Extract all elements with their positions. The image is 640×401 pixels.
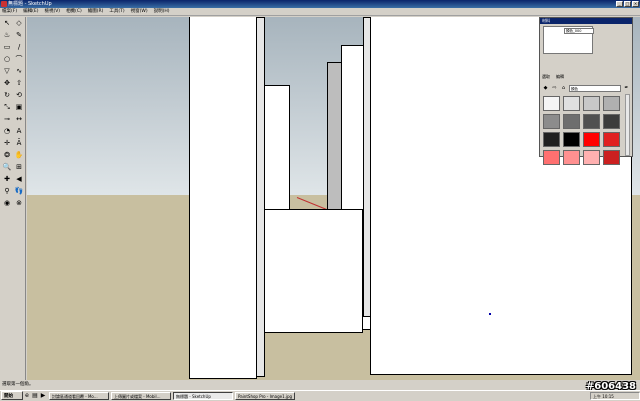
circle-icon[interactable]: ○ [2,55,12,64]
taskbar-button[interactable]: PaintShop Pro - Image1.jpg [235,391,295,400]
maximize-button[interactable]: □ [624,1,631,7]
line-icon[interactable]: / [14,43,24,52]
swatch-grid [543,96,623,165]
zoom-window-icon[interactable]: ⊞ [14,163,24,172]
tape-measure-icon[interactable]: ⊸ [2,115,12,124]
menu-draw[interactable]: 繪圖(R) [88,8,104,15]
taskbar-button[interactable]: 上傳圖片或檔案 - Mobil... [111,391,171,400]
color-swatch[interactable] [563,150,580,165]
menu-help[interactable]: 說明(H) [154,8,170,15]
mid-slab [264,85,290,211]
materials-title: 材料 [540,18,632,24]
cursor-point [489,313,491,315]
position-camera-icon[interactable]: ⚲ [2,187,12,196]
large-toolset: ↖ ◇ ♨ ✎ ▭ / ○ ⌒ ▽ ∿ ✥ ⇧ ↻ ⟲ ⤡ ▣ ⊸ ↔ ◔ A ✛ Ā ❂ ✋ 🔍 ⊞ ✚ ◀ ⚲ 👣 ◉ ⊗ [0,17,26,390]
move-icon[interactable]: ✥ [2,79,12,88]
taskbar-button[interactable]: 無標題 - SketchUp [173,391,233,400]
tab-select[interactable]: 選取 [542,74,550,80]
color-swatch[interactable] [603,96,620,111]
previous-icon[interactable]: ◀ [14,175,24,184]
menu-window[interactable]: 視窗(W) [131,8,148,15]
material-name-field[interactable]: 顏色_000 [564,28,594,34]
media-icon[interactable]: ▶ [39,392,47,400]
back-icon[interactable]: ◆ [542,85,549,92]
home-icon[interactable]: ⌂ [560,85,567,92]
look-around-icon[interactable]: ◉ [2,199,12,208]
freehand-icon[interactable]: ∿ [14,67,24,76]
ie-icon[interactable]: e [23,392,31,400]
status-text: 選取第一個角。 [2,382,34,387]
materials-nav: ◆ ⇨ ⌂ 顏色 ✒ [542,84,630,92]
sketchup-app-icon [1,1,7,7]
swatch-scrollbar[interactable] [625,94,630,156]
orbit-icon[interactable]: ❂ [2,151,12,160]
zoom-icon[interactable]: 🔍 [2,163,12,172]
axes-icon[interactable]: ✛ [2,139,12,148]
menu-bar: 檔案(F) 編輯(E) 檢視(V) 相機(C) 繪圖(R) 工具(T) 視窗(W… [0,8,640,16]
color-swatch[interactable] [563,96,580,111]
start-button[interactable]: 開始 [1,391,23,400]
color-swatch[interactable] [543,114,560,129]
dimension-icon[interactable]: ↔ [14,115,24,124]
eraser-icon[interactable]: ◇ [14,19,24,28]
offset-icon[interactable]: ▣ [14,103,24,112]
eyedropper-icon[interactable]: ✒ [623,85,630,92]
color-swatch[interactable] [543,132,560,147]
push-pull-icon[interactable]: ⇧ [14,79,24,88]
paint-bucket-icon[interactable]: ♨ [2,31,12,40]
section-icon[interactable]: ⊗ [14,199,24,208]
tab-edit[interactable]: 編輯 [556,74,564,80]
taskbar: 開始 e ▤ ▶ 討論區通道看回覆 - Mo... 上傳圖片或檔案 - Mobil...… [0,390,640,400]
system-tray-clock: 上午 10:15 [590,391,640,400]
color-swatch[interactable] [583,96,600,111]
color-swatch[interactable] [543,96,560,111]
taskbar-button[interactable]: 討論區通道看回覆 - Mo... [49,391,109,400]
color-swatch[interactable] [603,114,620,129]
color-swatch[interactable] [563,114,580,129]
color-swatch[interactable] [603,132,620,147]
color-swatch[interactable] [583,114,600,129]
rotate-icon[interactable]: ↻ [2,91,12,100]
color-swatch[interactable] [603,150,620,165]
materials-tabs: 選取 編輯 [542,74,564,80]
protractor-icon[interactable]: ◔ [2,127,12,136]
eraser2-icon[interactable]: ✎ [14,31,24,40]
polygon-icon[interactable]: ▽ [2,67,12,76]
materials-panel: 材料 顏色_000 選取 編輯 ◆ ⇨ ⌂ 顏色 ✒ [539,17,633,165]
title-bar: 無標題 - SketchUp _ □ × [0,0,640,8]
forward-icon[interactable]: ⇨ [551,85,558,92]
menu-camera[interactable]: 相機(C) [66,8,82,15]
menu-file[interactable]: 檔案(F) [2,8,17,15]
menu-view[interactable]: 檢視(V) [44,8,60,15]
minimize-button[interactable]: _ [616,1,623,7]
color-swatch[interactable] [543,150,560,165]
rectangle-icon[interactable]: ▭ [2,43,12,52]
arc-icon[interactable]: ⌒ [14,55,24,64]
walk-icon[interactable]: 👣 [14,187,24,196]
window-title: 無標題 - SketchUp [8,1,52,7]
left-slab-face [189,17,257,379]
folder-icon[interactable]: ▤ [31,392,39,400]
zoom-extents-icon[interactable]: ✚ [2,175,12,184]
3d-text-icon[interactable]: Ā [14,139,24,148]
menu-tools[interactable]: 工具(T) [109,8,124,15]
close-button[interactable]: × [632,1,639,7]
text-icon[interactable]: A [14,127,24,136]
scale-icon[interactable]: ⤡ [2,103,12,112]
watermark: #606438 [585,381,636,392]
pan-icon[interactable]: ✋ [14,151,24,160]
material-library-select[interactable]: 顏色 [569,84,621,92]
select-icon[interactable]: ↖ [2,19,12,28]
status-bar: 選取第一個角。 [0,380,640,390]
small-block [263,209,363,333]
color-swatch[interactable] [563,132,580,147]
color-swatch[interactable] [583,132,600,147]
menu-edit[interactable]: 編輯(E) [23,8,38,15]
window-controls: _ □ × [616,1,639,7]
follow-me-icon[interactable]: ⟲ [14,91,24,100]
color-swatch[interactable] [583,150,600,165]
